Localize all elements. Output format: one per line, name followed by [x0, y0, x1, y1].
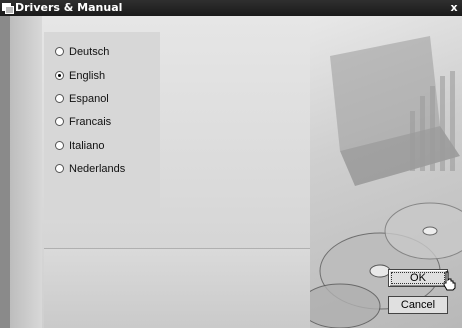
radio-button[interactable]	[55, 117, 64, 126]
cancel-button[interactable]: Cancel	[388, 296, 448, 314]
title-bar: Drivers & Manual x	[0, 0, 462, 16]
hand-pointer-icon	[443, 271, 456, 291]
radio-label: Italiano	[69, 140, 105, 152]
ok-button[interactable]: OK	[388, 269, 448, 287]
left-accent-strip	[0, 16, 10, 328]
radio-button[interactable]	[55, 141, 64, 150]
radio-label: Espanol	[69, 93, 109, 105]
radio-button[interactable]	[55, 164, 64, 173]
close-button[interactable]: x	[448, 0, 460, 16]
inner-left-shade	[10, 16, 42, 328]
radio-button[interactable]	[55, 47, 64, 56]
app-window-icon	[2, 3, 14, 14]
dialog-window: Drivers & Manual x Deutsch English Espan…	[0, 0, 462, 328]
radio-label: Nederlands	[69, 163, 126, 175]
radio-button[interactable]	[55, 94, 64, 103]
radio-label: Francais	[69, 116, 112, 128]
radio-label: Deutsch	[69, 46, 110, 58]
bottom-band	[44, 249, 314, 328]
radio-button-selected[interactable]	[55, 71, 64, 80]
radio-label: English	[69, 70, 106, 82]
window-title: Drivers & Manual	[15, 1, 123, 14]
